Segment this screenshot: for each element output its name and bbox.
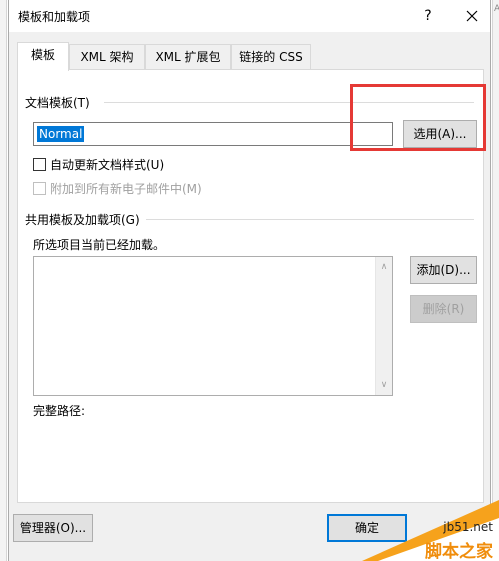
- templates-tab-panel: 文档模板(T) Normal 选用(A)... 自动更新文档样式(U) 附加到所…: [17, 69, 484, 503]
- attach-to-new-email-label: 附加到所有新电子邮件中(M): [50, 182, 202, 196]
- auto-update-checkbox[interactable]: [33, 158, 46, 171]
- tab-templates[interactable]: 模板: [17, 42, 69, 71]
- global-templates-list[interactable]: ∧ ∨: [33, 256, 393, 396]
- attach-button[interactable]: 选用(A)...: [403, 120, 477, 148]
- document-template-value: Normal: [37, 126, 85, 142]
- title-bar: 模板和加载项 ?: [9, 0, 490, 32]
- scroll-down-icon[interactable]: ∨: [376, 377, 392, 393]
- remove-button: 删除(R): [410, 295, 477, 323]
- auto-update-label: 自动更新文档样式(U): [50, 158, 165, 172]
- attach-to-new-email-checkbox: [33, 182, 46, 195]
- document-template-label: 文档模板(T): [25, 96, 90, 110]
- add-button[interactable]: 添加(D)...: [410, 256, 477, 284]
- background-window-right-edge: A: [492, 0, 499, 561]
- document-template-input[interactable]: Normal: [33, 122, 393, 146]
- list-scrollbar[interactable]: ∧ ∨: [375, 257, 392, 395]
- background-window-left-edge: [0, 0, 7, 561]
- close-icon: [466, 10, 478, 22]
- templates-addins-dialog: 模板和加载项 ? 模板 XML 架构 XML 扩展包 链接的 CSS 文档模板(…: [8, 0, 491, 561]
- tab-xml-expansion-packs[interactable]: XML 扩展包: [145, 44, 231, 70]
- section-divider: [104, 102, 474, 103]
- tab-xml-schema[interactable]: XML 架构: [69, 44, 145, 70]
- site-watermark: jb51.net 脚本之家: [362, 500, 499, 561]
- dialog-title: 模板和加载项: [18, 10, 91, 24]
- organizer-button[interactable]: 管理器(O)...: [13, 514, 93, 542]
- global-templates-label: 共用模板及加载项(G): [25, 213, 140, 227]
- loaded-info-text: 所选项目当前已经加载。: [33, 238, 166, 252]
- watermark-brand-text: 脚本之家: [425, 542, 493, 561]
- tab-linked-css[interactable]: 链接的 CSS: [231, 44, 311, 70]
- section-divider: [146, 219, 474, 220]
- help-button[interactable]: ?: [413, 3, 443, 29]
- close-button[interactable]: [457, 3, 487, 29]
- background-ribbon-fragment: A: [494, 4, 499, 14]
- watermark-site-text: jb51.net: [443, 520, 493, 534]
- full-path-label: 完整路径:: [33, 404, 86, 418]
- scroll-up-icon[interactable]: ∧: [376, 259, 392, 275]
